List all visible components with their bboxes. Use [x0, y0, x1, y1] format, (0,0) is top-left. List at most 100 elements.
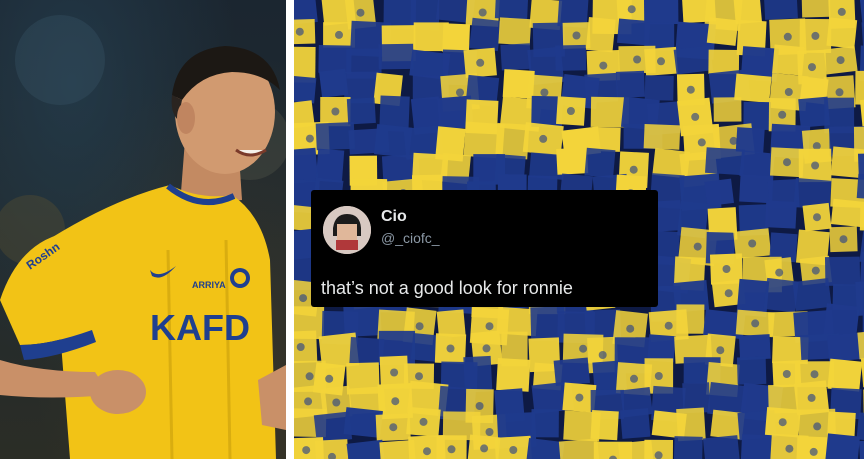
- flag-emblem-icon: [572, 31, 581, 40]
- flag-emblem-icon: [485, 322, 494, 331]
- flag-emblem-icon: [775, 268, 784, 277]
- blue-flag: [469, 17, 502, 52]
- flag-emblem-icon: [415, 372, 423, 381]
- yellow-flag: [442, 23, 471, 53]
- flag-emblem-icon: [748, 239, 757, 248]
- panel-divider: [286, 0, 294, 459]
- yellow-flag: [498, 17, 532, 46]
- flag-emblem-icon: [778, 418, 787, 427]
- yellow-flag: [827, 358, 863, 392]
- flag-emblem-icon: [716, 346, 725, 355]
- blue-flag: [735, 127, 765, 154]
- blue-flag: [500, 43, 532, 71]
- blue-flag: [643, 0, 679, 25]
- blue-flag: [584, 147, 616, 178]
- yellow-flag: [676, 407, 706, 442]
- yellow-flag: [556, 147, 589, 175]
- blue-flag: [740, 434, 773, 459]
- flag-emblem-icon: [811, 266, 820, 275]
- flag-emblem-icon: [782, 370, 791, 378]
- flag-emblem-icon: [626, 324, 635, 333]
- blue-flag: [705, 147, 745, 176]
- flag-emblem-icon: [599, 61, 608, 70]
- flag-emblem-icon: [540, 88, 549, 97]
- flag-emblem-icon: [835, 88, 844, 97]
- tweet-card[interactable]: Cio @_ciofc_ that’s not a good look for …: [311, 190, 658, 307]
- flag-emblem-icon: [630, 374, 638, 383]
- flag-emblem-icon: [810, 370, 819, 379]
- flag-emblem-icon: [813, 422, 822, 431]
- blue-flag: [620, 408, 651, 439]
- flag-emblem-icon: [783, 32, 792, 41]
- yellow-flag: [708, 49, 740, 75]
- flag-emblem-icon: [784, 88, 793, 96]
- blue-flag: [673, 436, 703, 459]
- yellow-flag: [859, 96, 864, 130]
- tweet-handle[interactable]: @_ciofc_: [381, 230, 440, 246]
- flag-emblem-icon: [299, 294, 308, 303]
- blue-flag: [823, 303, 860, 339]
- flag-emblem-icon: [446, 344, 455, 353]
- blue-flag: [294, 147, 319, 184]
- flag-emblem-icon: [509, 446, 518, 454]
- flag-emblem-icon: [807, 393, 816, 402]
- flag-emblem-icon: [686, 85, 695, 94]
- profile-avatar-icon[interactable]: [323, 206, 371, 254]
- blue-flag: [824, 256, 861, 286]
- player-photo: ARRIYA KAFD Roshn: [0, 0, 286, 459]
- blue-flag: [704, 178, 734, 207]
- flag-emblem-icon: [837, 7, 846, 16]
- flag-emblem-icon: [722, 265, 731, 273]
- yellow-flag: [859, 204, 864, 232]
- flag-emblem-icon: [751, 319, 760, 328]
- jersey-sponsor-text: ARRIYA: [192, 280, 226, 290]
- flag-emblem-icon: [697, 138, 706, 147]
- blue-flag: [378, 43, 414, 70]
- flag-emblem-icon: [390, 368, 399, 377]
- flag-emblem-icon: [811, 161, 820, 170]
- flag-emblem-icon: [331, 107, 340, 116]
- blue-flag: [647, 334, 676, 363]
- yellow-flag: [826, 17, 858, 49]
- blue-flag: [792, 278, 832, 311]
- yellow-flag: [713, 97, 742, 122]
- blue-flag: [644, 75, 674, 101]
- flag-emblem-icon: [693, 242, 702, 251]
- flag-emblem-icon: [415, 322, 424, 331]
- flag-emblem-icon: [783, 158, 791, 167]
- flag-emblem-icon: [598, 351, 607, 359]
- tweet-text: that’s not a good look for ronnie: [321, 278, 573, 298]
- blue-flag: [673, 45, 713, 75]
- blue-flag: [555, 44, 587, 71]
- blue-flag: [494, 0, 529, 20]
- blue-flag: [294, 75, 317, 104]
- flag-emblem-icon: [579, 344, 588, 353]
- flag-emblem-icon: [657, 57, 665, 66]
- blue-flag: [553, 357, 591, 387]
- blue-flag: [824, 433, 861, 459]
- blue-flag: [738, 334, 771, 361]
- flag-emblem-icon: [778, 110, 787, 119]
- flag-emblem-icon: [456, 88, 464, 97]
- flag-emblem-icon: [475, 402, 484, 410]
- flag-emblem-icon: [664, 321, 673, 330]
- flag-emblem-icon: [808, 63, 816, 72]
- yellow-flag: [706, 17, 739, 46]
- flag-emblem-icon: [325, 374, 334, 383]
- flag-emblem-icon: [335, 30, 343, 39]
- flag-emblem-icon: [566, 107, 575, 115]
- flag-emblem-icon: [480, 444, 489, 453]
- flag-emblem-icon: [811, 31, 820, 40]
- blue-flag: [319, 68, 349, 98]
- player-illustration: ARRIYA KAFD Roshn: [0, 15, 286, 459]
- flag-emblem-icon: [813, 213, 821, 222]
- flag-emblem-icon: [305, 372, 314, 381]
- flag-emblem-icon: [575, 393, 584, 402]
- blue-flag: [702, 435, 741, 459]
- flag-emblem-icon: [629, 165, 638, 174]
- flag-emblem-icon: [391, 397, 400, 406]
- tweet-display-name[interactable]: Cio: [381, 208, 407, 226]
- flag-emblem-icon: [419, 417, 428, 426]
- flag-emblem-icon: [356, 8, 365, 17]
- flag-emblem-icon: [295, 27, 304, 36]
